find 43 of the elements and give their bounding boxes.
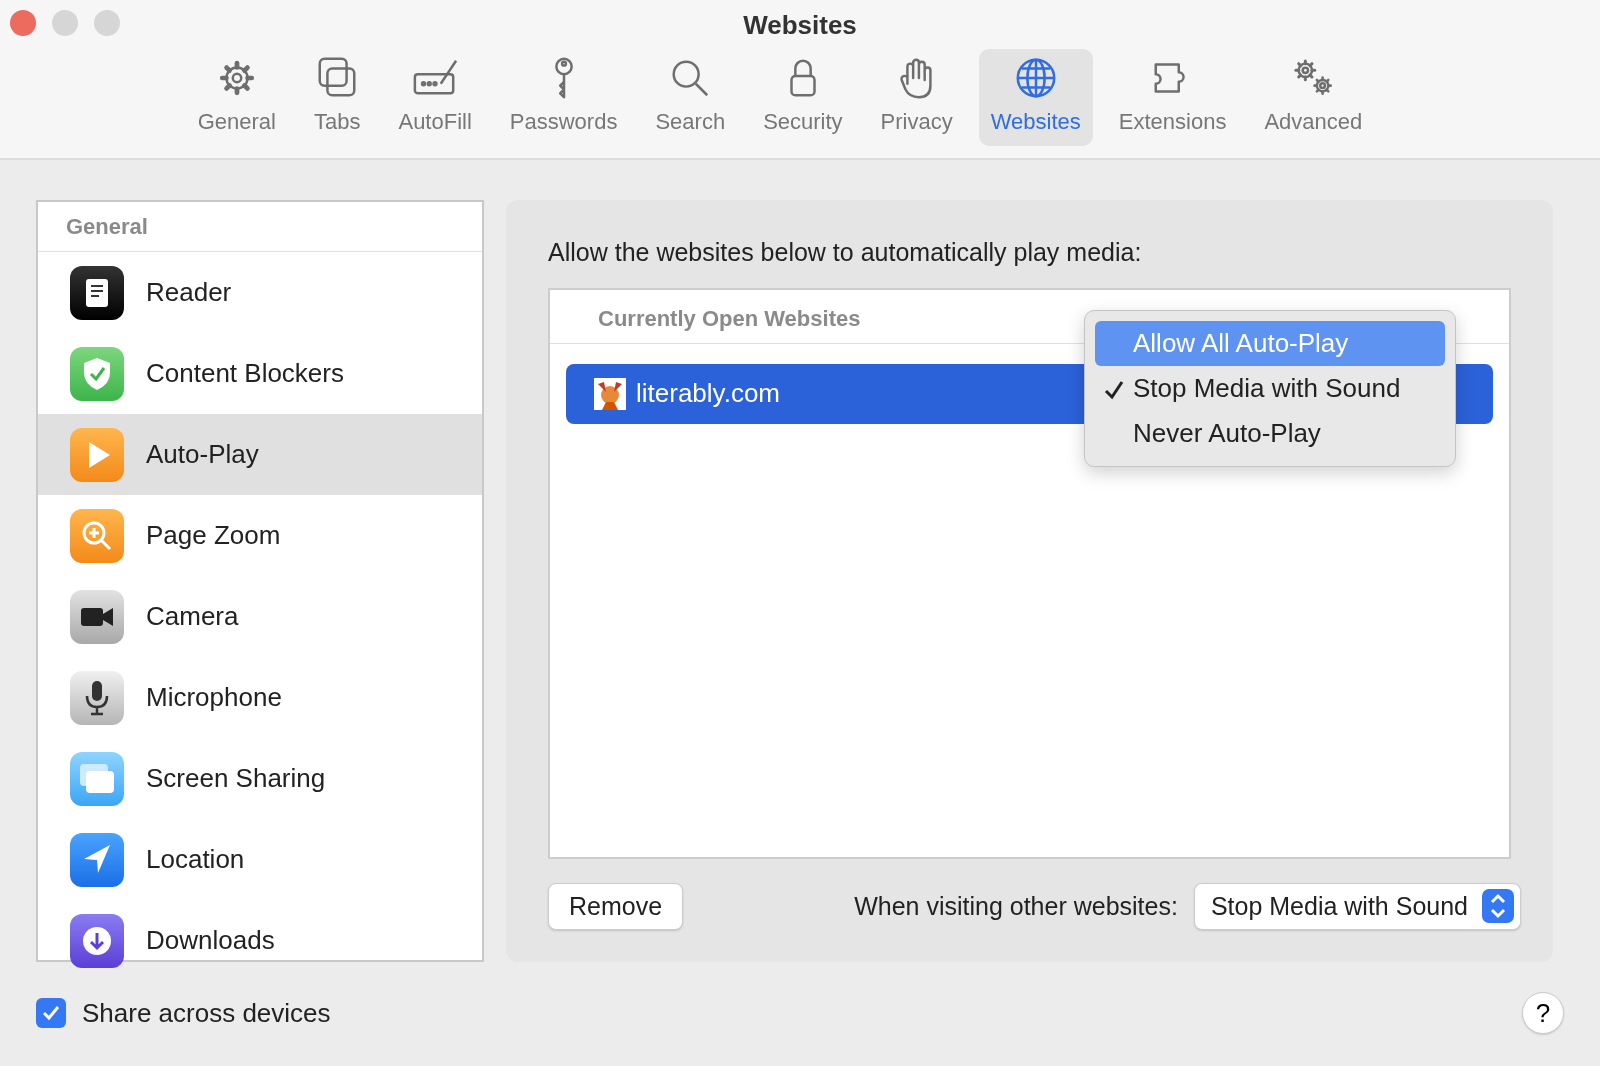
windows-icon [70, 751, 124, 806]
stepper-icon [1482, 889, 1514, 924]
toolbar-tab[interactable]: AutoFill [386, 49, 484, 146]
toolbar-tab[interactable]: Security [751, 49, 855, 146]
toolbar-tab[interactable]: General [185, 49, 288, 146]
toolbar-tab[interactable]: Websites [978, 49, 1093, 146]
sidebar-item[interactable]: Content Blockers [38, 333, 482, 414]
arrow-pointer-icon [70, 832, 124, 887]
help-button[interactable]: ? [1522, 992, 1564, 1034]
toolbar-tab[interactable]: Search [643, 49, 738, 146]
sidebar-item[interactable]: Downloads [38, 900, 482, 981]
shield-check-icon [70, 346, 124, 401]
toolbar-tab[interactable]: Tabs [301, 49, 373, 146]
prompt-text: Allow the websites below to automatically play media: [548, 237, 1143, 268]
site-name: literably.com [636, 377, 780, 410]
magnifier-plus-icon [70, 508, 124, 563]
microphone-icon [70, 670, 124, 725]
share-checkbox[interactable] [36, 998, 66, 1028]
sidebar-item[interactable]: Location [38, 819, 482, 900]
sidebar-item[interactable]: Camera [38, 576, 482, 657]
sidebar-item[interactable]: Screen Sharing [38, 738, 482, 819]
window-title: Websites [743, 9, 857, 42]
toolbar-tab[interactable]: Advanced [1252, 49, 1375, 146]
play-icon [70, 427, 124, 482]
menu-item[interactable]: Stop Media with Sound [1095, 366, 1445, 411]
sidebar-header: General [38, 202, 482, 252]
toolbar-tab[interactable]: Passwords [497, 49, 630, 146]
checkmark-icon [1103, 379, 1125, 402]
reader-icon [70, 265, 124, 320]
default-setting-label: When visiting other websites: [854, 890, 1178, 922]
sidebar-item[interactable]: Microphone [38, 657, 482, 738]
sidebar-item[interactable]: Page Zoom [38, 495, 482, 576]
close-button[interactable] [10, 10, 36, 36]
checkmark-icon [41, 1003, 61, 1023]
sidebar-item[interactable]: Reader [38, 252, 482, 333]
dog-favicon-icon [594, 377, 626, 410]
checkbox-label: Share across devices [82, 996, 331, 1030]
toolbar-tab[interactable]: Extensions [1106, 49, 1239, 146]
default-setting-select[interactable]: Stop Media with Sound [1193, 882, 1521, 930]
camera-icon [70, 589, 124, 644]
toolbar-tab[interactable]: Privacy [868, 49, 965, 146]
sidebar-item[interactable]: Auto-Play [38, 414, 482, 495]
remove-button[interactable]: Remove [548, 882, 684, 930]
